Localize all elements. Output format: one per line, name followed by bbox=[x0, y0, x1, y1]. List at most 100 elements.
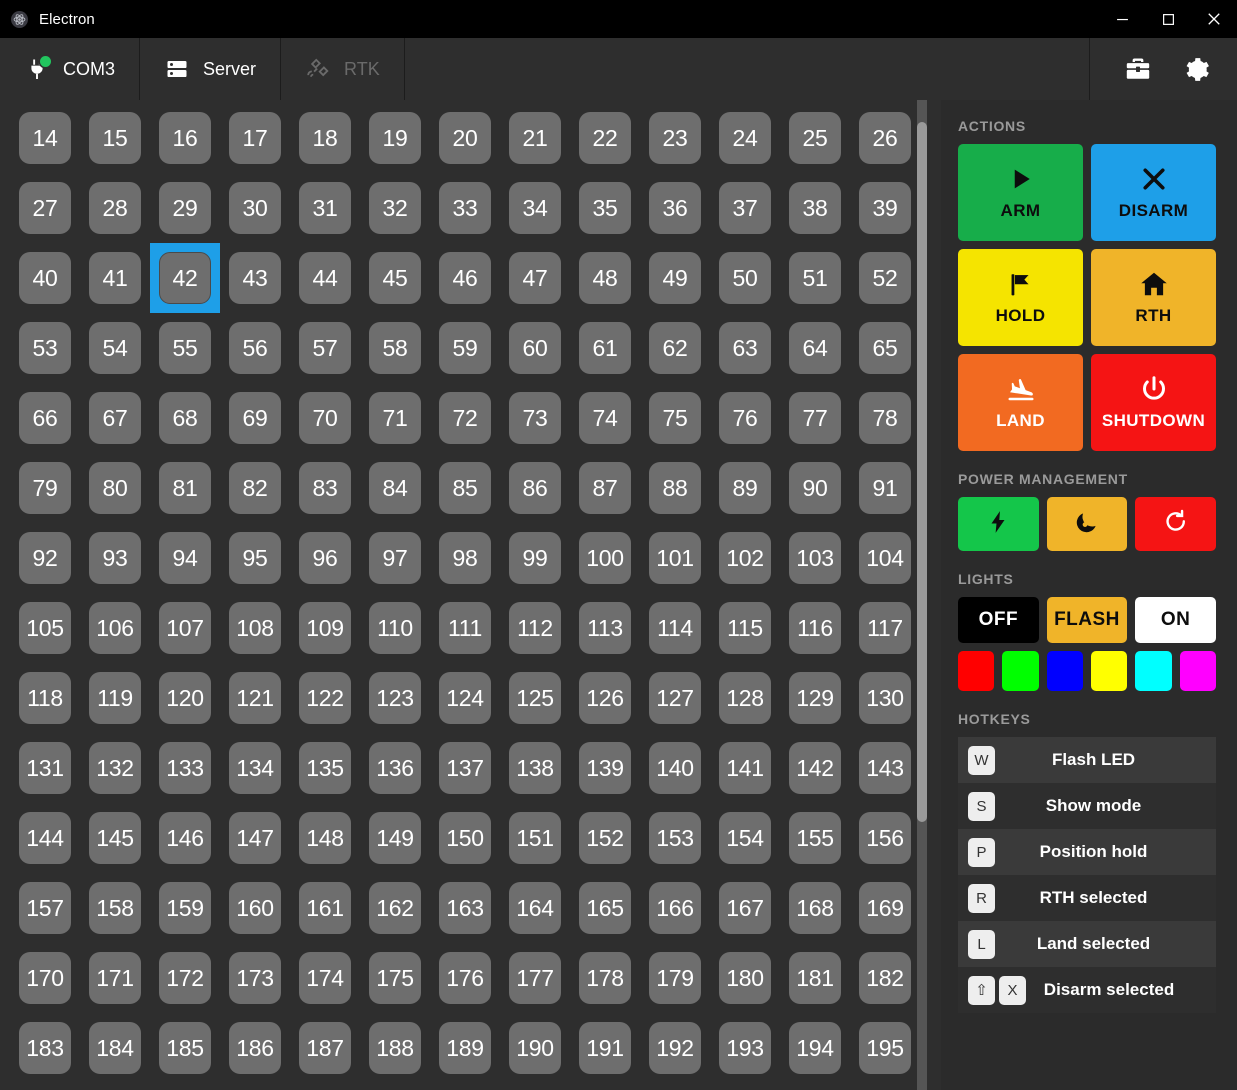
drone-cell[interactable]: 118 bbox=[10, 672, 80, 724]
drone-cell[interactable]: 49 bbox=[640, 252, 710, 304]
light-color-blue[interactable] bbox=[1046, 651, 1083, 691]
drone-cell[interactable]: 174 bbox=[290, 952, 360, 1004]
drone-cell[interactable]: 108 bbox=[220, 602, 290, 654]
drone-cell[interactable]: 187 bbox=[290, 1022, 360, 1074]
drone-cell[interactable]: 66 bbox=[10, 392, 80, 444]
toolbox-icon[interactable] bbox=[1124, 55, 1152, 83]
drone-cell[interactable]: 115 bbox=[710, 602, 780, 654]
drone-cell[interactable]: 67 bbox=[80, 392, 150, 444]
hold-button[interactable]: HOLD bbox=[958, 249, 1083, 346]
drone-cell[interactable]: 143 bbox=[850, 742, 920, 794]
maximize-button[interactable] bbox=[1145, 0, 1191, 38]
drone-cell[interactable]: 56 bbox=[220, 322, 290, 374]
drone-cell[interactable]: 73 bbox=[500, 392, 570, 444]
close-button[interactable] bbox=[1191, 0, 1237, 38]
drone-cell[interactable]: 127 bbox=[640, 672, 710, 724]
drone-cell[interactable]: 140 bbox=[640, 742, 710, 794]
drone-cell[interactable]: 60 bbox=[500, 322, 570, 374]
drone-cell[interactable]: 37 bbox=[710, 182, 780, 234]
drone-cell[interactable]: 47 bbox=[500, 252, 570, 304]
shutdown-button[interactable]: SHUTDOWN bbox=[1091, 354, 1216, 451]
drone-cell[interactable]: 46 bbox=[430, 252, 500, 304]
drone-cell[interactable]: 38 bbox=[780, 182, 850, 234]
drone-cell[interactable]: 14 bbox=[10, 112, 80, 164]
drone-cell[interactable]: 74 bbox=[570, 392, 640, 444]
restart-button[interactable] bbox=[1135, 497, 1216, 551]
drone-cell[interactable]: 52 bbox=[850, 252, 920, 304]
drone-cell[interactable]: 135 bbox=[290, 742, 360, 794]
lights-off-button[interactable]: OFF bbox=[958, 597, 1039, 643]
drone-cell[interactable]: 116 bbox=[780, 602, 850, 654]
drone-cell[interactable]: 136 bbox=[360, 742, 430, 794]
drone-cell[interactable]: 77 bbox=[780, 392, 850, 444]
drone-cell[interactable]: 146 bbox=[150, 812, 220, 864]
light-color-yellow[interactable] bbox=[1090, 651, 1128, 691]
drone-cell[interactable]: 45 bbox=[360, 252, 430, 304]
drone-cell[interactable]: 162 bbox=[360, 882, 430, 934]
drone-cell[interactable]: 138 bbox=[500, 742, 570, 794]
drone-cell[interactable]: 106 bbox=[80, 602, 150, 654]
drone-cell[interactable]: 120 bbox=[150, 672, 220, 724]
drone-cell[interactable]: 88 bbox=[640, 462, 710, 514]
drone-cell[interactable]: 21 bbox=[500, 112, 570, 164]
drone-cell[interactable]: 152 bbox=[570, 812, 640, 864]
drone-cell[interactable]: 148 bbox=[290, 812, 360, 864]
drone-cell[interactable]: 58 bbox=[360, 322, 430, 374]
drone-cell[interactable]: 121 bbox=[220, 672, 290, 724]
drone-cell[interactable]: 190 bbox=[500, 1022, 570, 1074]
drone-cell[interactable]: 54 bbox=[80, 322, 150, 374]
drone-cell[interactable]: 145 bbox=[80, 812, 150, 864]
drone-cell[interactable]: 92 bbox=[10, 532, 80, 584]
drone-cell[interactable]: 164 bbox=[500, 882, 570, 934]
drone-cell[interactable]: 124 bbox=[430, 672, 500, 724]
drone-cell[interactable]: 131 bbox=[10, 742, 80, 794]
drone-cell[interactable]: 144 bbox=[10, 812, 80, 864]
drone-cell[interactable]: 100 bbox=[570, 532, 640, 584]
drone-cell[interactable]: 82 bbox=[220, 462, 290, 514]
drone-cell[interactable]: 71 bbox=[360, 392, 430, 444]
drone-cell[interactable]: 194 bbox=[780, 1022, 850, 1074]
drone-cell[interactable]: 126 bbox=[570, 672, 640, 724]
grid-scrollbar-track[interactable] bbox=[917, 100, 927, 1090]
drone-cell[interactable]: 15 bbox=[80, 112, 150, 164]
drone-cell[interactable]: 176 bbox=[430, 952, 500, 1004]
drone-cell[interactable]: 102 bbox=[710, 532, 780, 584]
drone-cell[interactable]: 94 bbox=[150, 532, 220, 584]
drone-cell[interactable]: 110 bbox=[360, 602, 430, 654]
drone-cell[interactable]: 89 bbox=[710, 462, 780, 514]
drone-cell[interactable]: 90 bbox=[780, 462, 850, 514]
drone-cell[interactable]: 153 bbox=[640, 812, 710, 864]
drone-cell[interactable]: 93 bbox=[80, 532, 150, 584]
drone-cell[interactable]: 57 bbox=[290, 322, 360, 374]
drone-cell[interactable]: 61 bbox=[570, 322, 640, 374]
drone-cell[interactable]: 172 bbox=[150, 952, 220, 1004]
drone-cell[interactable]: 178 bbox=[570, 952, 640, 1004]
drone-cell[interactable]: 98 bbox=[430, 532, 500, 584]
drone-cell[interactable]: 101 bbox=[640, 532, 710, 584]
sleep-button[interactable] bbox=[1046, 497, 1128, 551]
drone-cell[interactable]: 104 bbox=[850, 532, 920, 584]
drone-cell[interactable]: 86 bbox=[500, 462, 570, 514]
grid-scrollbar-thumb[interactable] bbox=[917, 122, 927, 822]
drone-cell[interactable]: 55 bbox=[150, 322, 220, 374]
drone-cell[interactable]: 141 bbox=[710, 742, 780, 794]
drone-cell[interactable]: 29 bbox=[150, 182, 220, 234]
drone-cell[interactable]: 122 bbox=[290, 672, 360, 724]
drone-cell[interactable]: 76 bbox=[710, 392, 780, 444]
drone-cell[interactable]: 183 bbox=[10, 1022, 80, 1074]
light-color-magenta[interactable] bbox=[1179, 651, 1216, 691]
drone-cell[interactable]: 193 bbox=[710, 1022, 780, 1074]
drone-cell[interactable]: 80 bbox=[80, 462, 150, 514]
drone-cell[interactable]: 125 bbox=[500, 672, 570, 724]
drone-cell[interactable]: 26 bbox=[850, 112, 920, 164]
drone-cell[interactable]: 113 bbox=[570, 602, 640, 654]
lights-on-button[interactable]: ON bbox=[1135, 597, 1216, 643]
drone-cell[interactable]: 185 bbox=[150, 1022, 220, 1074]
drone-cell[interactable]: 81 bbox=[150, 462, 220, 514]
drone-cell[interactable]: 177 bbox=[500, 952, 570, 1004]
drone-cell[interactable]: 69 bbox=[220, 392, 290, 444]
drone-cell[interactable]: 34 bbox=[500, 182, 570, 234]
tab-com3[interactable]: COM3 bbox=[0, 38, 141, 100]
drone-cell[interactable]: 105 bbox=[10, 602, 80, 654]
drone-cell[interactable]: 62 bbox=[640, 322, 710, 374]
